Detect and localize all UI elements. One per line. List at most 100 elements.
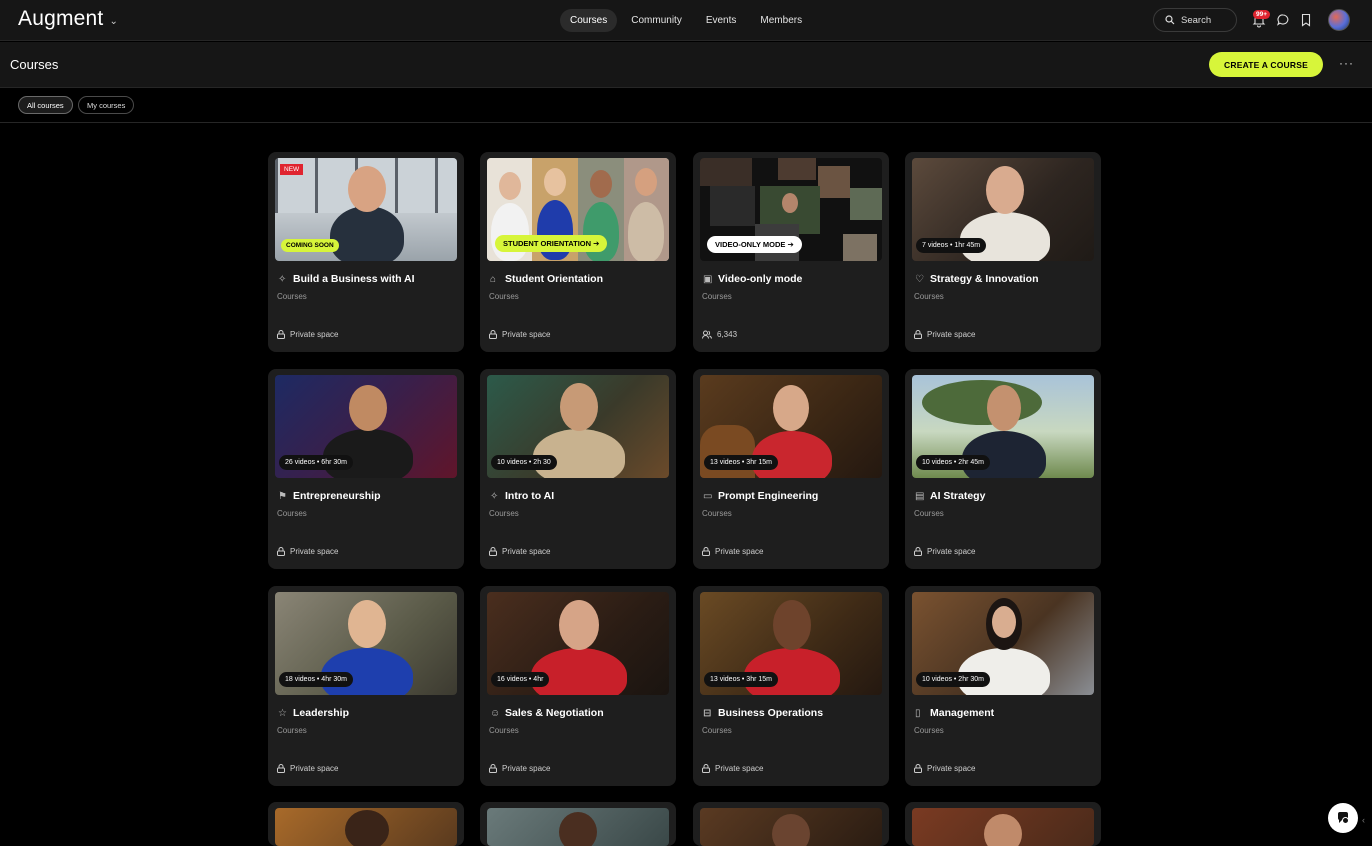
lock-icon	[277, 764, 285, 773]
course-thumbnail: STUDENT ORIENTATION ➔	[487, 158, 669, 261]
video-count-pill: 13 videos • 3hr 15m	[704, 672, 778, 687]
course-thumbnail: NEW COMING SOON	[275, 158, 457, 261]
course-title-row: ☺ Sales & Negotiation	[490, 707, 604, 719]
course-card[interactable]: VIDEO-ONLY MODE ➔ ▣ Video-only mode Cours…	[693, 152, 889, 352]
filter-bar: All courses My courses	[0, 89, 1372, 123]
presentation-icon: ▤	[915, 490, 925, 502]
course-footer: Private space	[277, 330, 338, 339]
video-only-badge: VIDEO-ONLY MODE ➔	[707, 236, 802, 253]
chat-bubble-icon[interactable]	[1276, 12, 1290, 28]
filter-all-courses[interactable]: All courses	[18, 96, 73, 114]
course-title: Sales & Negotiation	[505, 707, 604, 719]
course-card[interactable]: 18 videos • 4hr 30m ☆ Leadership Courses …	[268, 586, 464, 786]
nav-events[interactable]: Events	[696, 9, 747, 32]
course-thumbnail	[700, 808, 882, 846]
course-card[interactable]	[268, 802, 464, 846]
course-footer: Private space	[489, 330, 550, 339]
orientation-badge: STUDENT ORIENTATION ➔	[495, 235, 608, 252]
lock-icon	[914, 330, 922, 339]
rocket-icon: ⚑	[278, 490, 287, 502]
main-nav: Courses Community Events Members	[560, 9, 812, 32]
course-category: Courses	[277, 292, 307, 301]
lock-icon	[489, 330, 497, 339]
course-card[interactable]: 16 videos • 4hr ☺ Sales & Negotiation Cou…	[480, 586, 676, 786]
course-card[interactable]: STUDENT ORIENTATION ➔ ⌂ Student Orientati…	[480, 152, 676, 352]
course-card[interactable]	[905, 802, 1101, 846]
course-card[interactable]: 13 videos • 3hr 15m ⊟ Business Operations…	[693, 586, 889, 786]
course-thumbnail: 13 videos • 3hr 15m	[700, 375, 882, 478]
avatar[interactable]	[1328, 9, 1350, 31]
course-title-row: ▣ Video-only mode	[703, 273, 802, 285]
course-card[interactable]: 10 videos • 2h 30 ✧ Intro to AI Courses P…	[480, 369, 676, 569]
course-card[interactable]	[480, 802, 676, 846]
course-thumbnail: 26 videos • 6hr 30m	[275, 375, 457, 478]
course-category: Courses	[702, 509, 732, 518]
lock-icon	[702, 547, 710, 556]
course-card[interactable]	[693, 802, 889, 846]
chevron-down-icon[interactable]: ⌄	[109, 16, 118, 27]
chevron-left-icon[interactable]: ‹	[1362, 815, 1365, 825]
course-title: AI Strategy	[930, 490, 986, 502]
notification-badge: 99+	[1253, 10, 1271, 19]
course-card[interactable]: 7 videos • 1hr 45m ♡ Strategy & Innovatio…	[905, 152, 1101, 352]
course-card[interactable]: NEW COMING SOON ✧ Build a Business with A…	[268, 152, 464, 352]
course-title: Entrepreneurship	[293, 490, 381, 502]
course-privacy: Private space	[290, 330, 339, 339]
course-category: Courses	[277, 509, 307, 518]
lock-icon	[914, 764, 922, 773]
lock-icon	[277, 547, 285, 556]
course-card[interactable]: 10 videos • 2hr 30m ▯ Management Courses …	[905, 586, 1101, 786]
course-footer: Private space	[277, 764, 338, 773]
course-footer: Private space	[489, 764, 550, 773]
course-title-row: ✧ Intro to AI	[490, 490, 554, 502]
sparkle-icon: ✧	[490, 490, 499, 502]
course-title: Prompt Engineering	[718, 490, 819, 502]
star-icon: ☆	[278, 707, 287, 719]
course-category: Courses	[914, 292, 944, 301]
video-count-pill: 16 videos • 4hr	[491, 672, 550, 687]
course-title-row: ▯ Management	[915, 707, 994, 719]
chat-support-button[interactable]	[1328, 803, 1358, 833]
sparkle-icon: ✧	[278, 273, 287, 285]
course-title-row: ✧ Build a Business with AI	[278, 273, 415, 285]
course-privacy: Private space	[502, 547, 551, 556]
lock-icon	[914, 547, 922, 556]
search-icon	[1165, 15, 1175, 25]
brand-logo[interactable]: Augment ⌄	[18, 7, 118, 31]
course-category: Courses	[702, 726, 732, 735]
course-card[interactable]: 13 videos • 3hr 15m ▭ Prompt Engineering …	[693, 369, 889, 569]
course-card[interactable]: 26 videos • 6hr 30m ⚑ Entrepreneurship Co…	[268, 369, 464, 569]
course-title-row: ▤ AI Strategy	[915, 490, 985, 502]
nav-courses[interactable]: Courses	[560, 9, 618, 32]
create-course-button[interactable]: CREATE A COURSE	[1209, 52, 1323, 77]
course-thumbnail: 7 videos • 1hr 45m	[912, 158, 1094, 261]
course-title: Intro to AI	[505, 490, 555, 502]
terminal-icon: ▭	[703, 490, 713, 502]
course-title-row: ⌂ Student Orientation	[490, 273, 603, 285]
graduation-cap-icon: ⌂	[490, 273, 497, 285]
course-footer: Private space	[702, 547, 763, 556]
course-title: Business Operations	[718, 707, 824, 719]
handshake-icon: ☺	[490, 707, 501, 719]
coming-soon-badge: COMING SOON	[281, 239, 339, 252]
video-count-pill: 18 videos • 4hr 30m	[279, 672, 353, 687]
course-card[interactable]: 10 videos • 2hr 45m ▤ AI Strategy Courses…	[905, 369, 1101, 569]
course-privacy: Private space	[715, 764, 764, 773]
bookmark-icon[interactable]	[1299, 12, 1313, 28]
more-options-icon[interactable]: ···	[1339, 56, 1354, 70]
clipboard-icon: ▯	[915, 707, 921, 719]
course-category: Courses	[277, 726, 307, 735]
chat-icon	[1337, 812, 1349, 824]
course-thumbnail	[912, 808, 1094, 846]
filter-my-courses[interactable]: My courses	[78, 96, 135, 114]
lock-icon	[489, 764, 497, 773]
nav-members[interactable]: Members	[750, 9, 812, 32]
search-button[interactable]: Search	[1153, 8, 1237, 32]
course-footer: Private space	[489, 547, 550, 556]
nav-community[interactable]: Community	[621, 9, 692, 32]
course-thumbnail: VIDEO-ONLY MODE ➔	[700, 158, 882, 261]
course-thumbnail: 13 videos • 3hr 15m	[700, 592, 882, 695]
video-count-pill: 10 videos • 2hr 30m	[916, 672, 990, 687]
course-privacy: Private space	[502, 764, 551, 773]
course-footer: Private space	[277, 547, 338, 556]
